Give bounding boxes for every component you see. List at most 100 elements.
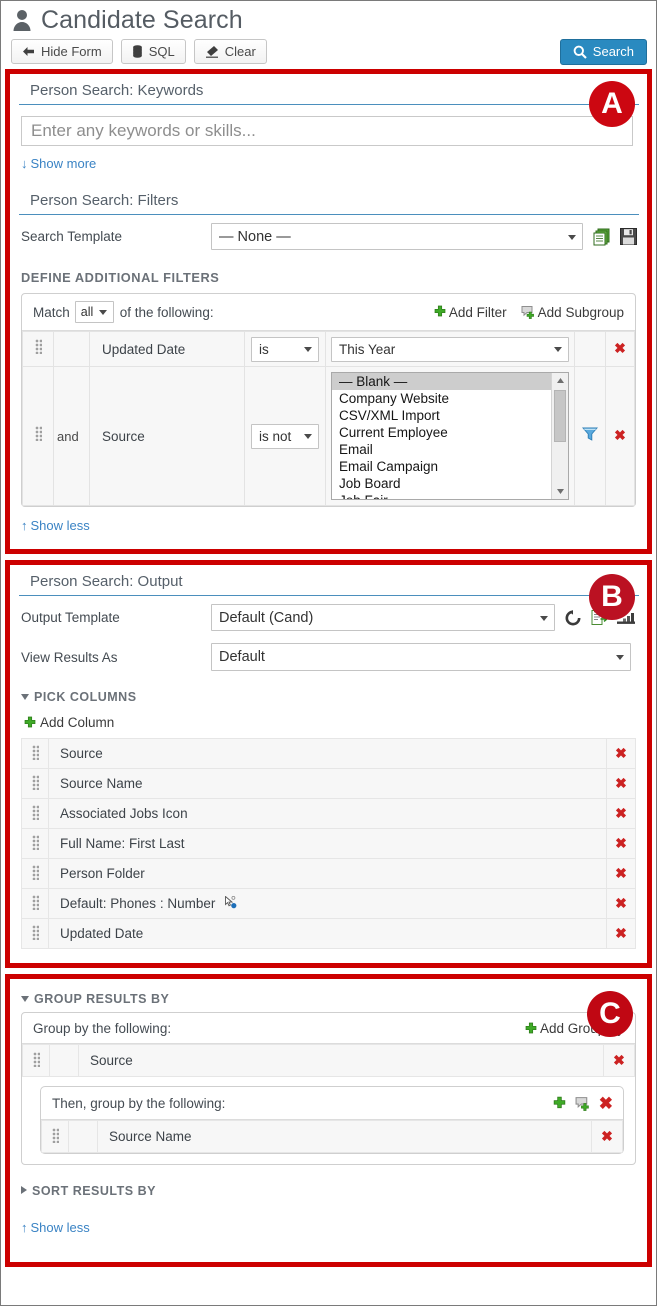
keywords-show-more-link[interactable]: ↓ Show more — [21, 156, 96, 171]
filter-row-conjunction — [53, 331, 90, 367]
listbox-option[interactable]: Job Board — [332, 475, 568, 492]
subgroup-row-grip[interactable] — [41, 1120, 69, 1153]
column-name[interactable]: Source Name — [48, 768, 607, 799]
scroll-up-arrow-icon[interactable] — [552, 373, 568, 388]
column-name[interactable]: Full Name: First Last — [48, 828, 607, 859]
group-row-delete[interactable]: ✖ — [603, 1044, 635, 1077]
column-name[interactable]: Person Folder — [48, 858, 607, 889]
filter-row-delete[interactable]: ✖ — [605, 366, 635, 506]
match-select[interactable]: all — [74, 301, 114, 323]
filter-row-field[interactable]: Source — [89, 366, 245, 506]
filter-value-select[interactable]: This Year — [331, 336, 569, 362]
drag-grip-icon — [31, 924, 39, 940]
drag-grip-icon — [31, 774, 39, 790]
drag-grip-icon — [31, 744, 39, 760]
filter-row-grip[interactable] — [22, 366, 54, 506]
listbox-option[interactable]: Job Fair — [332, 492, 568, 499]
plus-icon — [525, 1022, 537, 1033]
add-subgroup-button[interactable]: Add Subgroup — [521, 305, 624, 320]
subgroup-row-name[interactable]: Source Name — [97, 1120, 592, 1153]
clear-button[interactable]: Clear — [193, 39, 267, 64]
sql-button[interactable]: SQL — [120, 39, 186, 64]
listbox-scrollbar[interactable] — [551, 373, 568, 499]
column-name-cell[interactable]: Default: Phones : Number — [48, 888, 607, 919]
keywords-input[interactable] — [21, 116, 633, 146]
filter-row-delete[interactable]: ✖ — [605, 331, 635, 367]
column-name[interactable]: Source — [48, 738, 607, 769]
view-results-select[interactable]: Default — [211, 643, 631, 671]
listbox-option[interactable]: Current Employee — [332, 424, 568, 441]
column-grip[interactable] — [21, 768, 49, 799]
subgroup-add-button[interactable] — [552, 1096, 567, 1111]
subgroup-row-delete[interactable]: ✖ — [591, 1120, 623, 1153]
pick-columns-heading[interactable]: PICK COLUMNS — [10, 677, 647, 706]
column-delete[interactable]: ✖ — [606, 828, 636, 859]
column-grip[interactable] — [21, 798, 49, 829]
subgroup-panel-head: Then, group by the following: ✖ — [41, 1087, 623, 1120]
table-row: Full Name: First Last ✖ — [21, 828, 636, 859]
operator-select-wrap: is not — [251, 423, 319, 449]
column-delete[interactable]: ✖ — [606, 888, 636, 919]
delete-icon: ✖ — [615, 775, 627, 791]
group-results-label: GROUP RESULTS BY — [34, 992, 170, 1006]
columns-table: Source ✖ Source Name ✖ Associated Jobs I… — [21, 738, 636, 949]
group-results-heading[interactable]: GROUP RESULTS BY — [10, 979, 647, 1012]
hide-form-button[interactable]: Hide Form — [11, 39, 113, 64]
filter-row-grip[interactable] — [22, 331, 54, 367]
subgroup-add-subgroup-button[interactable] — [575, 1096, 591, 1111]
column-name[interactable]: Updated Date — [48, 918, 607, 949]
column-delete[interactable]: ✖ — [606, 858, 636, 889]
listbox-option[interactable]: Email — [332, 441, 568, 458]
add-column-button[interactable]: Add Column — [10, 706, 114, 738]
filters-section-title: Person Search: Filters — [19, 184, 639, 215]
pick-columns-label: PICK COLUMNS — [34, 690, 137, 704]
listbox-option[interactable]: Company Website — [332, 390, 568, 407]
filters-show-less-link[interactable]: ↑ Show less — [21, 518, 90, 533]
add-filter-label: Add Filter — [448, 304, 507, 320]
scroll-down-arrow-icon[interactable] — [552, 484, 568, 499]
filter-row-operator-cell: is — [244, 331, 326, 367]
filter-operator-select[interactable]: is — [251, 336, 319, 362]
listbox-option[interactable]: — Blank — — [332, 373, 568, 390]
filter-row-funnel[interactable] — [574, 366, 606, 506]
column-delete[interactable]: ✖ — [606, 798, 636, 829]
chevron-right-icon — [21, 1186, 27, 1194]
column-delete[interactable]: ✖ — [606, 918, 636, 949]
column-delete[interactable]: ✖ — [606, 738, 636, 769]
column-grip[interactable] — [21, 888, 49, 919]
delete-icon: ✖ — [614, 340, 626, 356]
copy-icon — [593, 228, 610, 245]
filter-operator-select[interactable]: is not — [251, 423, 319, 449]
column-grip[interactable] — [21, 918, 49, 949]
view-results-label: View Results As — [21, 649, 118, 665]
listbox-option[interactable]: CSV/XML Import — [332, 407, 568, 424]
footer-show-less-link[interactable]: ↑ Show less — [21, 1220, 90, 1235]
save-template-icon[interactable] — [620, 228, 637, 245]
search-button[interactable]: Search — [559, 38, 647, 65]
filter-row-field[interactable]: Updated Date — [89, 331, 245, 367]
delete-icon: ✖ — [615, 895, 627, 911]
scrollbar-thumb[interactable] — [554, 390, 566, 442]
column-grip[interactable] — [21, 738, 49, 769]
sort-results-heading[interactable]: SORT RESULTS BY — [10, 1165, 647, 1204]
filters-panel-head: Match all of the following: Add Filter A… — [22, 294, 635, 331]
subgroup-delete-button[interactable]: ✖ — [599, 1095, 613, 1112]
add-filter-button[interactable]: Add Filter — [433, 305, 507, 320]
search-template-select[interactable]: — None — — [211, 223, 583, 250]
output-template-select[interactable]: Default (Cand) — [211, 604, 555, 631]
define-filters-heading: DEFINE ADDITIONAL FILTERS — [21, 270, 220, 285]
delete-icon: ✖ — [615, 805, 627, 821]
group-row-name[interactable]: Source — [78, 1044, 604, 1077]
reset-icon[interactable] — [565, 609, 581, 626]
sort-results-label: SORT RESULTS BY — [32, 1184, 156, 1198]
column-name[interactable]: Associated Jobs Icon — [48, 798, 607, 829]
copy-templates-icon[interactable] — [593, 228, 610, 246]
column-grip[interactable] — [21, 858, 49, 889]
column-delete[interactable]: ✖ — [606, 768, 636, 799]
drag-grip-icon — [34, 426, 42, 441]
listbox-option[interactable]: Email Campaign — [332, 458, 568, 475]
add-column-label: Add Column — [40, 715, 115, 730]
source-listbox[interactable]: — Blank — Company Website CSV/XML Import… — [331, 372, 569, 500]
group-row-grip[interactable] — [22, 1044, 50, 1077]
column-grip[interactable] — [21, 828, 49, 859]
